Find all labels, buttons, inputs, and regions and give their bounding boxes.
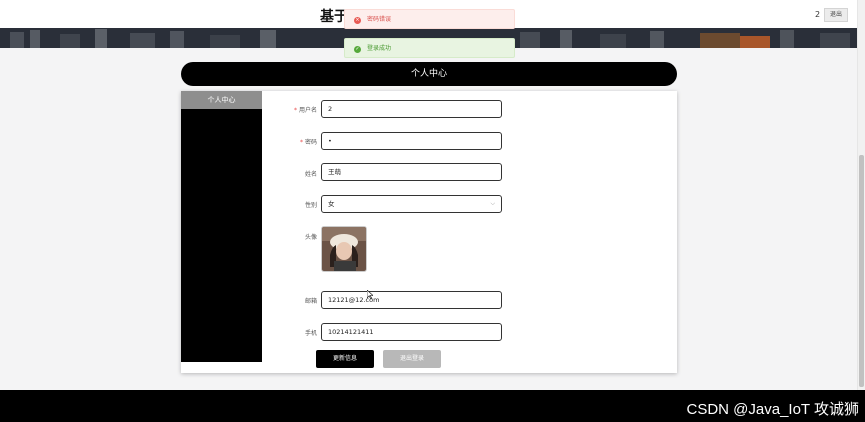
header-logout-button[interactable]: 退出	[824, 8, 848, 22]
password-label: * 密码	[299, 139, 317, 146]
logout-button[interactable]: 退出登录	[383, 350, 441, 368]
avatar-photo	[322, 227, 366, 271]
scrollbar-thumb[interactable]	[859, 155, 864, 387]
error-toast-text: 密码错误	[367, 16, 392, 23]
close-circle-icon: ×	[354, 17, 361, 24]
avatar[interactable]	[321, 226, 367, 272]
success-toast: ✓ 登录成功	[344, 38, 515, 58]
page-scrollbar[interactable]	[857, 0, 865, 390]
email-label: 邮箱	[304, 298, 317, 305]
avatar-label: 头像	[304, 234, 317, 241]
phone-label: 手机	[304, 330, 317, 337]
chevron-down-icon: ⌵	[490, 200, 495, 207]
watermark: CSDN @Java_IoT 攻诚狮	[686, 401, 860, 418]
gender-value: 女	[328, 200, 335, 208]
sidebar-item-profile[interactable]: 个人中心	[181, 91, 262, 109]
username-label: * 用户名	[293, 107, 317, 114]
success-toast-text: 登录成功	[367, 45, 392, 52]
phone-field[interactable]: 10214121411	[321, 323, 502, 341]
gender-label: 性别	[304, 202, 317, 209]
current-user-id: 2	[815, 10, 821, 19]
name-field[interactable]: 王萌	[321, 163, 502, 181]
email-field[interactable]: 12121@12.com	[321, 291, 502, 309]
update-info-button[interactable]: 更新信息	[316, 350, 374, 368]
gender-select[interactable]: 女 ⌵	[321, 195, 502, 213]
name-label: 姓名	[304, 171, 317, 178]
page-title: 个人中心	[181, 62, 677, 86]
profile-panel: 个人中心 * 用户名 2 * 密码 • 姓名 王萌 性别 女 ⌵ 头像 邮箱 121…	[181, 91, 677, 373]
error-toast: × 密码错误	[344, 9, 515, 29]
sidebar: 个人中心	[181, 91, 262, 362]
mouse-cursor-icon	[367, 290, 373, 299]
username-field[interactable]: 2	[321, 100, 502, 118]
password-field[interactable]: •	[321, 132, 502, 150]
check-circle-icon: ✓	[354, 46, 361, 53]
